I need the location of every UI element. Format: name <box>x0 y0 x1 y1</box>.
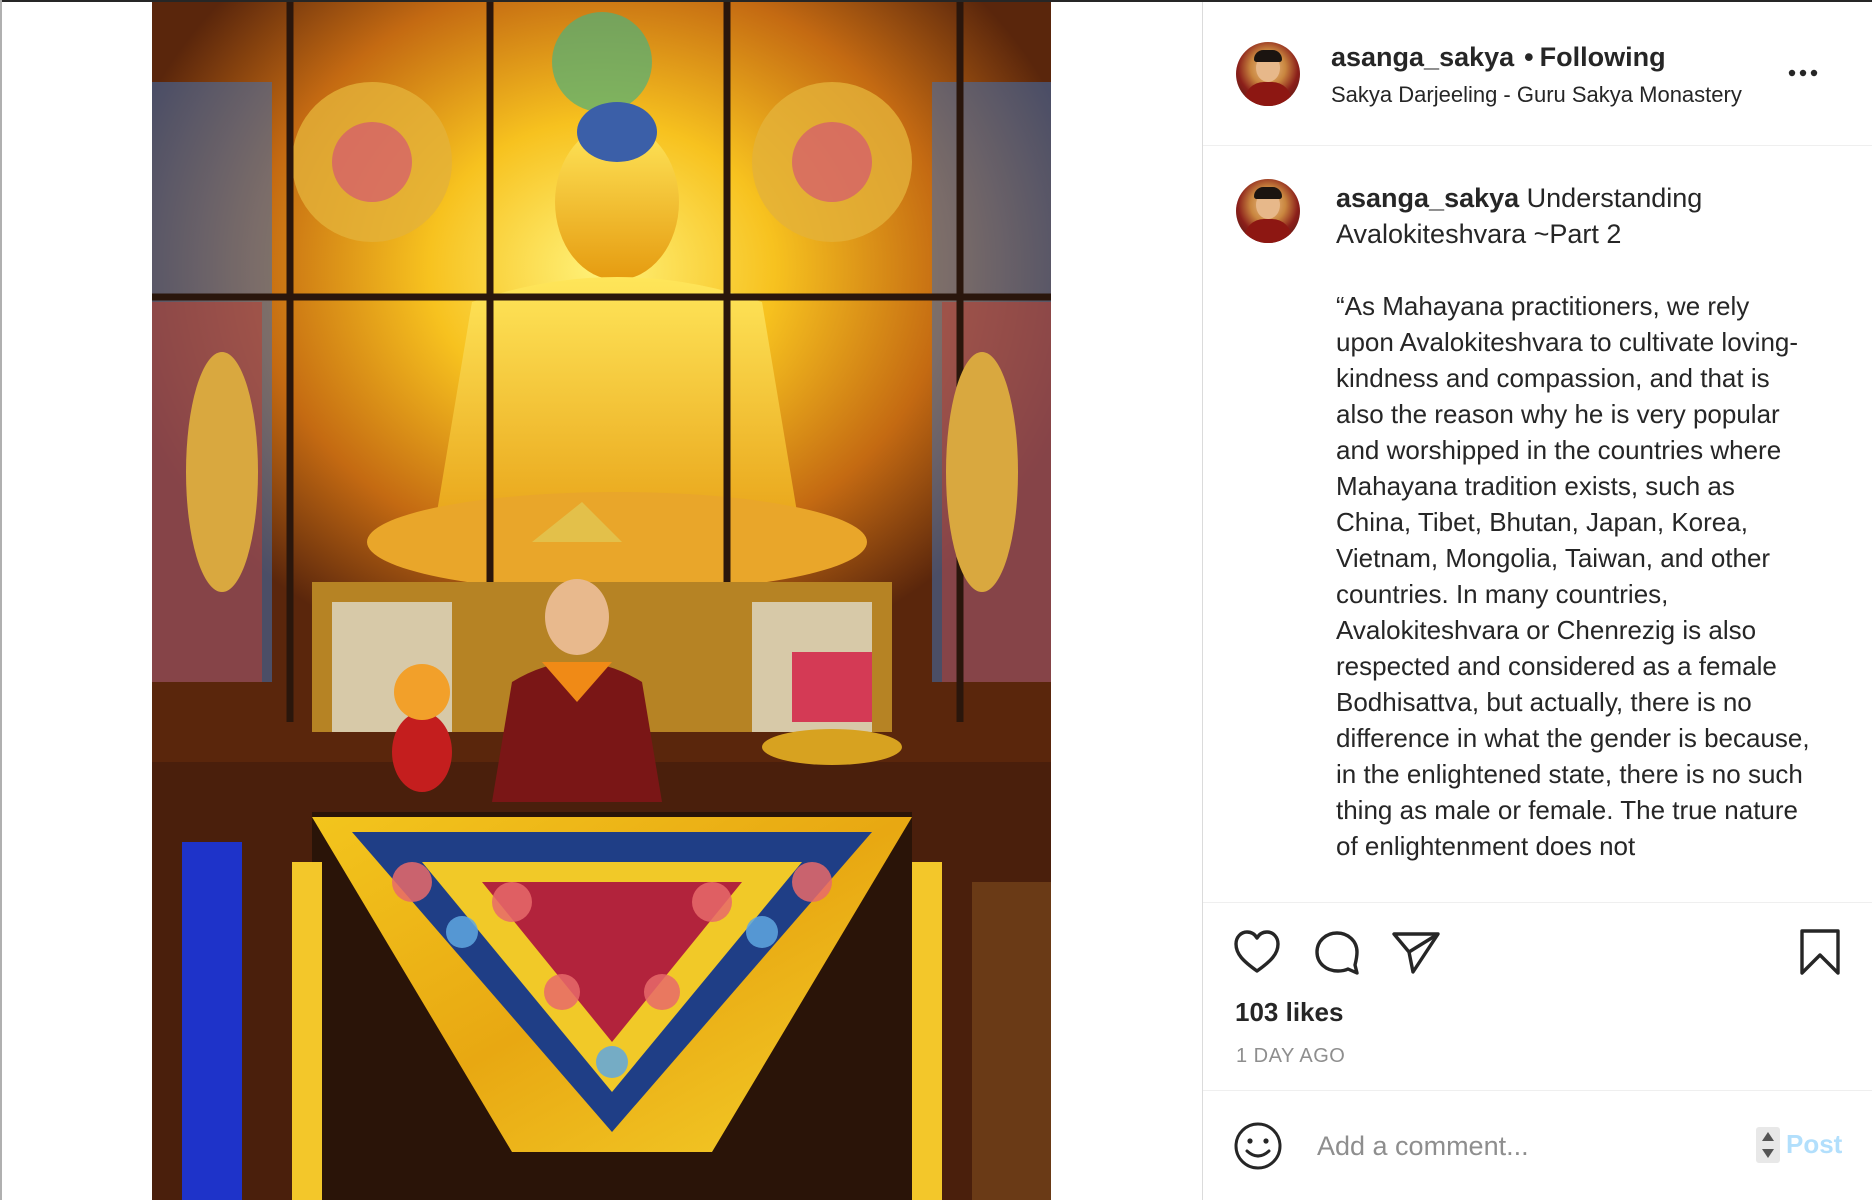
paper-plane-icon <box>1392 932 1440 974</box>
add-comment-bar: Post <box>1203 1090 1872 1201</box>
following-button[interactable]: Following <box>1540 42 1666 72</box>
caption-section: asanga_sakya Understanding Avalokiteshva… <box>1203 146 1872 902</box>
comment-input[interactable] <box>1315 1125 1739 1167</box>
post-header: asanga_sakya • Following Sakya Darjeeling … <box>1203 2 1872 146</box>
avatar-robe <box>1244 219 1292 243</box>
comment-button[interactable] <box>1313 929 1361 980</box>
bookmark-icon <box>1800 929 1840 975</box>
author-avatar[interactable] <box>1236 42 1300 106</box>
post-actions: 103 likes 1 DAY AGO <box>1203 902 1872 1091</box>
avatar-robe <box>1244 82 1292 106</box>
separator-dot: • <box>1524 42 1534 72</box>
caption-username[interactable]: asanga_sakya <box>1336 183 1519 213</box>
post-timestamp[interactable]: 1 DAY AGO <box>1236 1045 1345 1068</box>
more-options-icon <box>1788 69 1818 77</box>
header-user-row: asanga_sakya • Following <box>1331 42 1666 73</box>
comment-bubble-icon <box>1315 931 1359 975</box>
author-username[interactable]: asanga_sakya <box>1331 42 1514 72</box>
caption-heading: asanga_sakya Understanding Avalokiteshva… <box>1336 180 1806 252</box>
smiley-icon <box>1234 1122 1282 1170</box>
likes-count[interactable]: 103 likes <box>1235 997 1343 1028</box>
scroll-stepper[interactable] <box>1756 1127 1780 1163</box>
save-button[interactable] <box>1798 927 1842 982</box>
like-button[interactable] <box>1233 929 1281 980</box>
avatar-hair <box>1254 187 1282 199</box>
heart-icon <box>1234 930 1280 973</box>
emoji-button[interactable] <box>1233 1121 1283 1176</box>
post-photo[interactable] <box>152 2 1051 1200</box>
caption-author-avatar[interactable] <box>1236 179 1300 243</box>
share-button[interactable] <box>1391 929 1441 980</box>
post-location[interactable]: Sakya Darjeeling - Guru Sakya Monastery <box>1331 82 1742 108</box>
caption-body: “As Mahayana practitioners, we rely upon… <box>1336 291 1810 861</box>
more-options-button[interactable] <box>1783 58 1823 88</box>
updown-arrows-icon <box>1762 1132 1774 1158</box>
post-detail-panel: asanga_sakya • Following Sakya Darjeeling … <box>1202 2 1872 1200</box>
post-comment-button[interactable]: Post <box>1786 1129 1842 1160</box>
monastery-shrine-image <box>152 2 1051 1200</box>
window-left-border <box>0 0 2 1200</box>
avatar-hair <box>1254 50 1282 62</box>
